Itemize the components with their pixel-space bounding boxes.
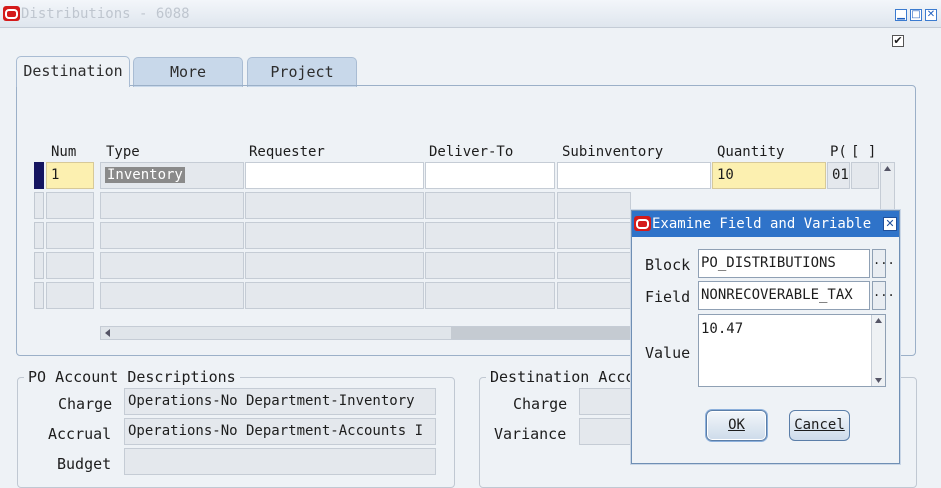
cell-type[interactable] (100, 222, 244, 249)
tab-destination[interactable]: Destination (16, 56, 130, 87)
cell-type[interactable] (100, 282, 244, 309)
cell-num[interactable] (46, 252, 94, 279)
value-textarea[interactable]: 10.47 (698, 314, 886, 387)
block-label: Block (645, 256, 691, 274)
cell-num[interactable]: 1 (46, 162, 94, 189)
value-scrollbar[interactable] (871, 315, 885, 386)
destination-charge-label: Charge (513, 395, 568, 413)
budget-label: Budget (57, 455, 112, 473)
cell-subinventory[interactable] (557, 162, 711, 189)
destination-account-title: Destination Acco (486, 368, 639, 386)
ok-button-label: OK (728, 417, 745, 433)
destination-charge-field[interactable] (579, 388, 639, 415)
charge-label: Charge (58, 395, 113, 413)
accrual-account-field[interactable]: Operations-No Department-Accounts I (124, 418, 436, 445)
ok-button[interactable]: OK (706, 410, 767, 441)
cell-subinventory[interactable] (557, 192, 631, 219)
cell-deliver-to[interactable] (425, 162, 555, 189)
cell-type[interactable]: Inventory (100, 162, 244, 189)
window-title-bar: Distributions - 6088 ▁ □ ✕ (0, 0, 941, 28)
cell-type[interactable] (100, 252, 244, 279)
cell-subinventory[interactable] (557, 252, 631, 279)
field-lov-button[interactable]: ... (872, 281, 895, 310)
column-header-extra: [ ] (851, 144, 877, 160)
value-scroll-up-icon[interactable] (872, 315, 885, 327)
cell-requester[interactable] (245, 162, 424, 189)
horizontal-scroll-thumb[interactable] (451, 327, 631, 339)
row-marker[interactable] (34, 192, 44, 219)
column-header-quantity: Quantity (717, 144, 785, 160)
column-header-deliver-to: Deliver-To (429, 144, 514, 160)
cell-requester[interactable] (245, 282, 424, 309)
variance-field[interactable] (579, 418, 639, 445)
column-header-subinventory: Subinventory (562, 144, 664, 160)
value-scroll-down-icon[interactable] (872, 374, 885, 386)
column-header-type: Type (106, 144, 140, 160)
cancel-button[interactable]: Cancel (789, 410, 850, 441)
vertical-scrollbar[interactable] (880, 162, 895, 212)
cell-type-text: Inventory (105, 167, 185, 183)
oracle-logo-icon (3, 6, 20, 21)
block-lov-button[interactable]: ... (872, 249, 895, 278)
field-label: Field (645, 288, 691, 306)
column-header-po: P( (830, 144, 847, 160)
cell-num[interactable] (46, 222, 94, 249)
variance-label: Variance (494, 425, 567, 443)
window-title: Distributions - 6088 (21, 6, 190, 22)
cell-extra[interactable] (851, 162, 879, 189)
scroll-left-icon[interactable] (103, 328, 113, 338)
cancel-button-label: Cancel (794, 417, 845, 433)
row-marker[interactable] (34, 222, 44, 249)
block-field[interactable]: PO_DISTRIBUTIONS (698, 249, 870, 278)
minimize-icon[interactable]: ▁ (895, 9, 907, 21)
po-account-descriptions-title: PO Account Descriptions (24, 368, 240, 386)
charge-account-field[interactable]: Operations-No Department-Inventory (124, 388, 436, 415)
cell-subinventory[interactable] (557, 222, 631, 249)
examine-field-dialog: Examine Field and Variable Va ✕ Block PO… (631, 210, 900, 464)
dialog-oracle-logo-icon (634, 216, 651, 231)
cell-deliver-to[interactable] (425, 222, 555, 249)
dialog-close-icon[interactable]: ✕ (883, 217, 897, 231)
value-text: 10.47 (701, 321, 744, 337)
maximize-icon[interactable]: □ (910, 9, 922, 21)
dialog-title: Examine Field and Variable Va (652, 216, 880, 232)
cell-requester[interactable] (245, 222, 424, 249)
horizontal-scrollbar[interactable] (100, 326, 631, 340)
tab-more[interactable]: More (133, 57, 243, 87)
cell-requester[interactable] (245, 252, 424, 279)
column-header-num: Num (51, 144, 77, 160)
cell-subinventory[interactable] (557, 282, 631, 309)
row-marker[interactable] (34, 282, 44, 309)
cell-po[interactable]: 01 (827, 162, 850, 189)
row-marker[interactable] (34, 252, 44, 279)
cell-deliver-to[interactable] (425, 252, 555, 279)
budget-account-field[interactable] (124, 448, 436, 475)
field-name-field[interactable]: NONRECOVERABLE_TAX (698, 281, 870, 310)
column-header-requester: Requester (249, 144, 325, 160)
cell-quantity[interactable]: 10 (712, 162, 826, 189)
cell-deliver-to[interactable] (425, 192, 555, 219)
cell-num[interactable] (46, 282, 94, 309)
cell-type[interactable] (100, 192, 244, 219)
top-checkbox[interactable]: ✔ (892, 35, 904, 47)
value-label: Value (645, 344, 691, 362)
current-record-indicator[interactable] (34, 162, 44, 189)
close-icon[interactable]: ✕ (925, 9, 937, 21)
scroll-up-icon[interactable] (881, 163, 894, 175)
accrual-label: Accrual (48, 425, 112, 443)
cell-deliver-to[interactable] (425, 282, 555, 309)
dialog-title-bar: Examine Field and Variable Va ✕ (632, 211, 899, 237)
tab-project[interactable]: Project (247, 57, 357, 87)
cell-requester[interactable] (245, 192, 424, 219)
cell-num[interactable] (46, 192, 94, 219)
